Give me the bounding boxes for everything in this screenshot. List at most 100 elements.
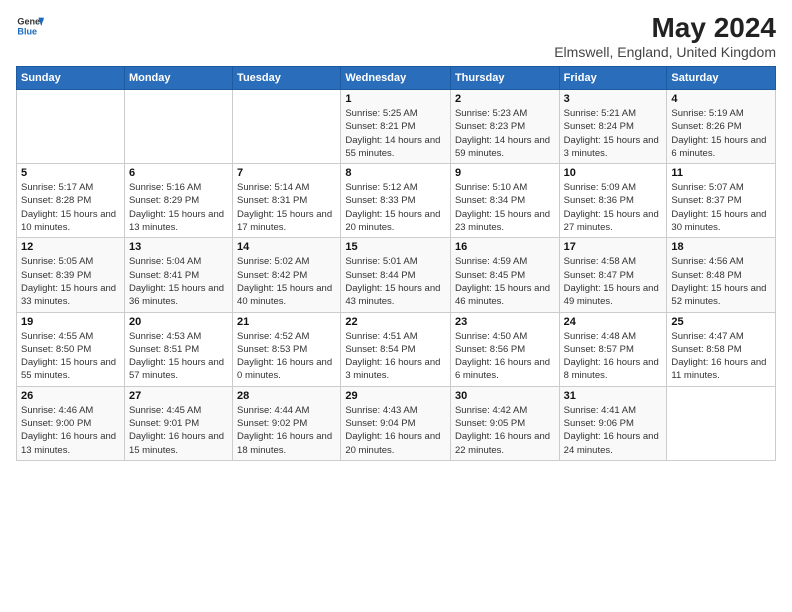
- day-info: Sunrise: 4:46 AMSunset: 9:00 PMDaylight:…: [21, 404, 120, 457]
- day-number: 7: [237, 167, 336, 179]
- calendar-cell: 5 Sunrise: 5:17 AMSunset: 8:28 PMDaylight…: [17, 164, 125, 238]
- calendar-cell: 4 Sunrise: 5:19 AMSunset: 8:26 PMDaylight…: [667, 90, 776, 164]
- day-info: Sunrise: 4:59 AMSunset: 8:45 PMDaylight:…: [455, 255, 555, 308]
- col-thursday: Thursday: [450, 67, 559, 90]
- day-number: 1: [345, 93, 446, 105]
- calendar-cell: 24Sunrise: 4:48 AMSunset: 8:57 PMDayligh…: [559, 312, 667, 386]
- col-saturday: Saturday: [667, 67, 776, 90]
- day-number: 4: [671, 93, 771, 105]
- calendar-week-3: 19Sunrise: 4:55 AMSunset: 8:50 PMDayligh…: [17, 312, 776, 386]
- day-number: 18: [671, 241, 771, 253]
- day-number: 26: [21, 390, 120, 402]
- subtitle: Elmswell, England, United Kingdom: [554, 44, 776, 60]
- day-number: 20: [129, 316, 228, 328]
- calendar-cell: 14 Sunrise: 5:02 AMSunset: 8:42 PMDayligh…: [233, 238, 341, 312]
- day-info: Sunrise: 4:50 AMSunset: 8:56 PMDaylight:…: [455, 330, 555, 383]
- day-info: Sunrise: 4:41 AMSunset: 9:06 PMDaylight:…: [564, 404, 663, 457]
- calendar-cell: 30 Sunrise: 4:42 AMSunset: 9:05 PMDayligh…: [450, 386, 559, 460]
- day-number: 14: [237, 241, 336, 253]
- calendar-cell: [233, 90, 341, 164]
- day-number: 30: [455, 390, 555, 402]
- calendar-cell: 13 Sunrise: 5:04 AMSunset: 8:41 PMDayligh…: [124, 238, 232, 312]
- calendar-week-2: 12 Sunrise: 5:05 AMSunset: 8:39 PMDayligh…: [17, 238, 776, 312]
- logo: General Blue: [16, 12, 44, 40]
- calendar-cell: 25 Sunrise: 4:47 AMSunset: 8:58 PMDayligh…: [667, 312, 776, 386]
- calendar-cell: [124, 90, 232, 164]
- col-tuesday: Tuesday: [233, 67, 341, 90]
- day-info: Sunrise: 5:05 AMSunset: 8:39 PMDaylight:…: [21, 255, 120, 308]
- day-number: 6: [129, 167, 228, 179]
- calendar-cell: 29Sunrise: 4:43 AMSunset: 9:04 PMDayligh…: [341, 386, 451, 460]
- day-info: Sunrise: 4:55 AMSunset: 8:50 PMDaylight:…: [21, 330, 120, 383]
- day-info: Sunrise: 5:04 AMSunset: 8:41 PMDaylight:…: [129, 255, 228, 308]
- day-number: 23: [455, 316, 555, 328]
- calendar-cell: 12 Sunrise: 5:05 AMSunset: 8:39 PMDayligh…: [17, 238, 125, 312]
- calendar-cell: 19Sunrise: 4:55 AMSunset: 8:50 PMDayligh…: [17, 312, 125, 386]
- day-info: Sunrise: 4:47 AMSunset: 8:58 PMDaylight:…: [671, 330, 771, 383]
- calendar-cell: 6 Sunrise: 5:16 AMSunset: 8:29 PMDaylight…: [124, 164, 232, 238]
- title-block: May 2024 Elmswell, England, United Kingd…: [554, 12, 776, 60]
- header: General Blue May 2024 Elmswell, England,…: [16, 12, 776, 60]
- day-info: Sunrise: 4:42 AMSunset: 9:05 PMDaylight:…: [455, 404, 555, 457]
- calendar-header-row: Sunday Monday Tuesday Wednesday Thursday…: [17, 67, 776, 90]
- day-info: Sunrise: 5:16 AMSunset: 8:29 PMDaylight:…: [129, 181, 228, 234]
- calendar-cell: [17, 90, 125, 164]
- main-title: May 2024: [554, 12, 776, 44]
- day-info: Sunrise: 5:12 AMSunset: 8:33 PMDaylight:…: [345, 181, 446, 234]
- calendar-cell: 11Sunrise: 5:07 AMSunset: 8:37 PMDayligh…: [667, 164, 776, 238]
- day-number: 15: [345, 241, 446, 253]
- day-number: 5: [21, 167, 120, 179]
- day-number: 29: [345, 390, 446, 402]
- day-info: Sunrise: 4:44 AMSunset: 9:02 PMDaylight:…: [237, 404, 336, 457]
- day-number: 28: [237, 390, 336, 402]
- day-info: Sunrise: 5:23 AMSunset: 8:23 PMDaylight:…: [455, 107, 555, 160]
- calendar-cell: 22 Sunrise: 4:51 AMSunset: 8:54 PMDayligh…: [341, 312, 451, 386]
- calendar-cell: 20 Sunrise: 4:53 AMSunset: 8:51 PMDayligh…: [124, 312, 232, 386]
- day-info: Sunrise: 5:19 AMSunset: 8:26 PMDaylight:…: [671, 107, 771, 160]
- calendar-cell: 8 Sunrise: 5:12 AMSunset: 8:33 PMDaylight…: [341, 164, 451, 238]
- day-number: 3: [564, 93, 663, 105]
- day-info: Sunrise: 5:02 AMSunset: 8:42 PMDaylight:…: [237, 255, 336, 308]
- calendar-cell: 7 Sunrise: 5:14 AMSunset: 8:31 PMDaylight…: [233, 164, 341, 238]
- day-number: 31: [564, 390, 663, 402]
- day-info: Sunrise: 4:56 AMSunset: 8:48 PMDaylight:…: [671, 255, 771, 308]
- day-info: Sunrise: 4:58 AMSunset: 8:47 PMDaylight:…: [564, 255, 663, 308]
- calendar-cell: 23 Sunrise: 4:50 AMSunset: 8:56 PMDayligh…: [450, 312, 559, 386]
- calendar-cell: 28 Sunrise: 4:44 AMSunset: 9:02 PMDayligh…: [233, 386, 341, 460]
- day-number: 22: [345, 316, 446, 328]
- calendar-cell: 26 Sunrise: 4:46 AMSunset: 9:00 PMDayligh…: [17, 386, 125, 460]
- day-number: 10: [564, 167, 663, 179]
- calendar-cell: 2Sunrise: 5:23 AMSunset: 8:23 PMDaylight…: [450, 90, 559, 164]
- calendar-cell: 15 Sunrise: 5:01 AMSunset: 8:44 PMDayligh…: [341, 238, 451, 312]
- calendar-cell: 16Sunrise: 4:59 AMSunset: 8:45 PMDayligh…: [450, 238, 559, 312]
- day-number: 24: [564, 316, 663, 328]
- day-info: Sunrise: 5:17 AMSunset: 8:28 PMDaylight:…: [21, 181, 120, 234]
- calendar-cell: 27Sunrise: 4:45 AMSunset: 9:01 PMDayligh…: [124, 386, 232, 460]
- day-number: 11: [671, 167, 771, 179]
- day-info: Sunrise: 5:14 AMSunset: 8:31 PMDaylight:…: [237, 181, 336, 234]
- calendar-cell: 31 Sunrise: 4:41 AMSunset: 9:06 PMDayligh…: [559, 386, 667, 460]
- day-info: Sunrise: 5:25 AMSunset: 8:21 PMDaylight:…: [345, 107, 446, 160]
- col-monday: Monday: [124, 67, 232, 90]
- day-number: 9: [455, 167, 555, 179]
- day-number: 21: [237, 316, 336, 328]
- page: General Blue May 2024 Elmswell, England,…: [0, 0, 792, 612]
- day-number: 13: [129, 241, 228, 253]
- calendar-cell: 1 Sunrise: 5:25 AMSunset: 8:21 PMDaylight…: [341, 90, 451, 164]
- svg-text:Blue: Blue: [17, 26, 37, 36]
- calendar-week-0: 1 Sunrise: 5:25 AMSunset: 8:21 PMDaylight…: [17, 90, 776, 164]
- day-info: Sunrise: 4:51 AMSunset: 8:54 PMDaylight:…: [345, 330, 446, 383]
- day-info: Sunrise: 5:10 AMSunset: 8:34 PMDaylight:…: [455, 181, 555, 234]
- day-info: Sunrise: 5:01 AMSunset: 8:44 PMDaylight:…: [345, 255, 446, 308]
- day-number: 25: [671, 316, 771, 328]
- day-number: 8: [345, 167, 446, 179]
- calendar-week-4: 26 Sunrise: 4:46 AMSunset: 9:00 PMDayligh…: [17, 386, 776, 460]
- day-number: 17: [564, 241, 663, 253]
- calendar-week-1: 5 Sunrise: 5:17 AMSunset: 8:28 PMDaylight…: [17, 164, 776, 238]
- day-info: Sunrise: 4:53 AMSunset: 8:51 PMDaylight:…: [129, 330, 228, 383]
- day-number: 12: [21, 241, 120, 253]
- calendar-cell: 18 Sunrise: 4:56 AMSunset: 8:48 PMDayligh…: [667, 238, 776, 312]
- calendar-cell: 3Sunrise: 5:21 AMSunset: 8:24 PMDaylight…: [559, 90, 667, 164]
- calendar-cell: 21Sunrise: 4:52 AMSunset: 8:53 PMDayligh…: [233, 312, 341, 386]
- col-sunday: Sunday: [17, 67, 125, 90]
